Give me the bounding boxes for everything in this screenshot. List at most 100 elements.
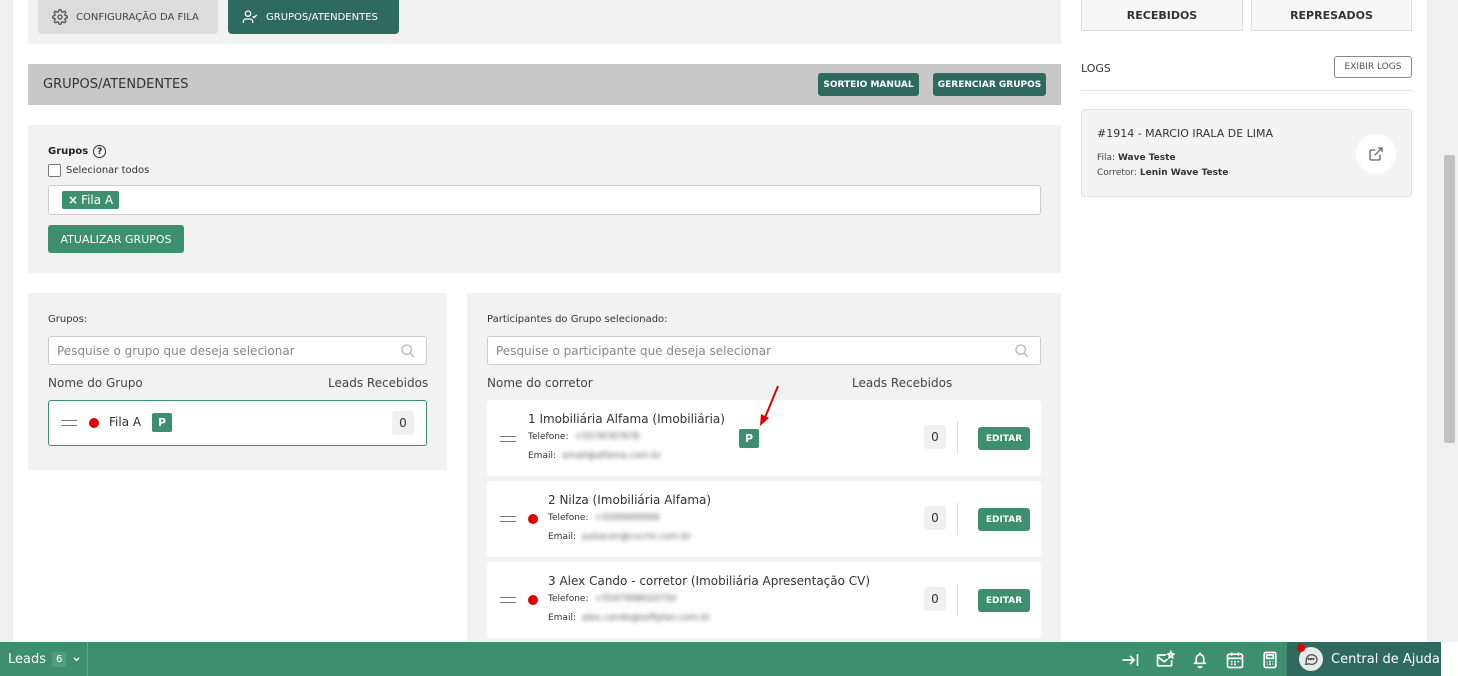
group-leads-count: 0 — [392, 411, 414, 435]
log-fila: Fila: Wave Teste — [1097, 153, 1176, 163]
users-icon — [242, 10, 258, 23]
log-title: #1914 - MARCIO IRALA DE LIMA — [1097, 127, 1274, 140]
email-label: Email: — [548, 532, 577, 542]
tab-grupos-atendentes[interactable]: GRUPOS/ATENDENTES — [228, 0, 399, 34]
scrollbar-thumb[interactable] — [1444, 155, 1455, 443]
participant-name: 2 Nilza (Imobiliária Alfama) — [548, 493, 712, 507]
gerenciar-grupos-button[interactable]: GERENCIAR GRUPOS — [933, 73, 1046, 96]
participant-leads-count: 0 — [924, 425, 946, 449]
sorteio-manual-button[interactable]: SORTEIO MANUAL — [818, 73, 919, 96]
calendar-icon[interactable] — [1225, 650, 1245, 670]
phone-label: Telefone: — [528, 432, 569, 442]
group-name: Fila A — [109, 415, 142, 429]
search-icon[interactable] — [1014, 343, 1030, 359]
participant-search[interactable] — [487, 336, 1041, 365]
participant-email: Email: alex.cando@softplan.com.br — [548, 613, 711, 623]
leads-dropdown[interactable]: Leads 6 — [0, 642, 88, 676]
atualizar-grupos-button[interactable]: ATUALIZAR GRUPOS — [48, 225, 184, 253]
gear-icon — [52, 9, 68, 25]
phone-value: +5547998020750 — [594, 594, 677, 604]
email-label: Email: — [548, 613, 577, 623]
phone-value: +5578787878 — [574, 432, 640, 442]
section-title: GRUPOS/ATENDENTES — [43, 77, 189, 92]
status-dot — [528, 514, 538, 524]
participant-phone: Telefone: +5599999999 — [548, 513, 659, 523]
participant-email: Email: justacon@cvcrm.com.br — [548, 532, 691, 542]
chip-remove-icon[interactable]: × — [68, 193, 78, 207]
group-chip: × Fila A — [62, 191, 120, 209]
log-corretor: Corretor: Lenin Wave Teste — [1097, 168, 1228, 178]
col-group-name: Nome do Grupo — [48, 376, 143, 390]
groups-tag-input[interactable] — [48, 185, 1041, 215]
email-value: alex.cando@softplan.com.br — [582, 613, 711, 623]
log-corretor-label: Corretor: — [1097, 168, 1137, 178]
exibir-logs-button[interactable]: EXIBIR LOGS — [1334, 56, 1412, 78]
leads-label: Leads — [8, 651, 47, 667]
tab-configuracao-label: CONFIGURAÇÃO DA FILA — [76, 11, 199, 23]
edit-button[interactable]: EDITAR — [978, 508, 1030, 531]
arrow-right-to-line-icon[interactable] — [1120, 650, 1140, 670]
email-value: justacon@cvcrm.com.br — [582, 532, 691, 542]
log-corretor-value: Lenin Wave Teste — [1139, 168, 1229, 178]
bottom-bar-edge — [1441, 642, 1458, 676]
bottom-bar: Leads 6 Central de Ajuda — [0, 642, 1458, 676]
help-icon[interactable]: ? — [93, 145, 107, 158]
group-search[interactable] — [48, 336, 427, 365]
participant-name: 1 Imobiliária Alfama (Imobiliária) — [528, 412, 725, 426]
col-broker-leads: Leads Recebidos — [852, 376, 953, 390]
edit-button[interactable]: EDITAR — [978, 589, 1030, 612]
email-label: Email: — [528, 451, 557, 461]
participant-name: 3 Alex Cando - corretor (Imobiliária Apr… — [548, 574, 871, 588]
mail-star-icon[interactable] — [1155, 650, 1175, 670]
phone-value: +5599999999 — [594, 513, 660, 523]
right-sidebar — [1075, 0, 1427, 642]
divider — [957, 422, 958, 454]
open-lead-button[interactable] — [1356, 134, 1396, 174]
drag-handle-icon[interactable] — [61, 420, 77, 426]
groups-panel-label: Grupos: — [48, 314, 88, 325]
participants-panel-label: Participantes do Grupo selecionado: — [487, 314, 668, 325]
drag-handle-icon[interactable] — [500, 516, 516, 522]
group-search-input[interactable] — [57, 343, 390, 358]
p-badge: P — [739, 429, 759, 448]
bell-icon[interactable] — [1190, 650, 1210, 670]
group-row[interactable] — [48, 400, 427, 446]
external-link-icon — [1369, 147, 1383, 161]
status-dot — [89, 418, 99, 428]
edit-button[interactable]: EDITAR — [978, 427, 1030, 450]
represados-button[interactable]: REPRESADOS — [1251, 0, 1412, 31]
select-all[interactable]: Selecionar todos — [48, 164, 149, 177]
select-all-checkbox[interactable] — [48, 164, 61, 177]
log-fila-value: Wave Teste — [1117, 153, 1176, 163]
logs-title: LOGS — [1081, 62, 1111, 75]
logs-divider — [1081, 90, 1412, 91]
participant-leads-count: 0 — [924, 587, 946, 611]
chip-label: Fila A — [81, 193, 114, 207]
log-fila-label: Fila: — [1097, 153, 1116, 163]
recebidos-button[interactable]: RECEBIDOS — [1081, 0, 1243, 31]
phone-label: Telefone: — [548, 594, 589, 604]
groups-filter-label: Grupos ? — [48, 145, 107, 158]
divider — [957, 503, 958, 535]
phone-label: Telefone: — [548, 513, 589, 523]
drag-handle-icon[interactable] — [500, 436, 516, 442]
participant-search-input[interactable] — [496, 343, 986, 358]
search-icon[interactable] — [400, 343, 416, 359]
participant-leads-count: 0 — [924, 506, 946, 530]
drag-handle-icon[interactable] — [500, 597, 516, 603]
participant-email: Email: email@alfama.com.br — [528, 451, 661, 461]
participant-phone: Telefone: +5578787878 — [528, 432, 639, 442]
col-group-leads: Leads Recebidos — [328, 376, 429, 390]
tab-configuracao-fila[interactable]: CONFIGURAÇÃO DA FILA — [38, 0, 218, 34]
help-label: Central de Ajuda — [1331, 651, 1440, 667]
tab-grupos-label: GRUPOS/ATENDENTES — [266, 11, 378, 23]
select-all-label: Selecionar todos — [66, 165, 150, 176]
p-badge: P — [152, 413, 172, 432]
red-arrow-annotation — [760, 385, 779, 426]
participant-phone: Telefone: +5547998020750 — [548, 594, 676, 604]
chevron-down-icon — [73, 656, 81, 661]
col-broker-name: Nome do corretor — [487, 376, 593, 390]
calculator-icon[interactable] — [1260, 650, 1280, 670]
central-de-ajuda-button[interactable]: Central de Ajuda — [1287, 642, 1441, 676]
leads-count-badge: 6 — [52, 651, 67, 667]
